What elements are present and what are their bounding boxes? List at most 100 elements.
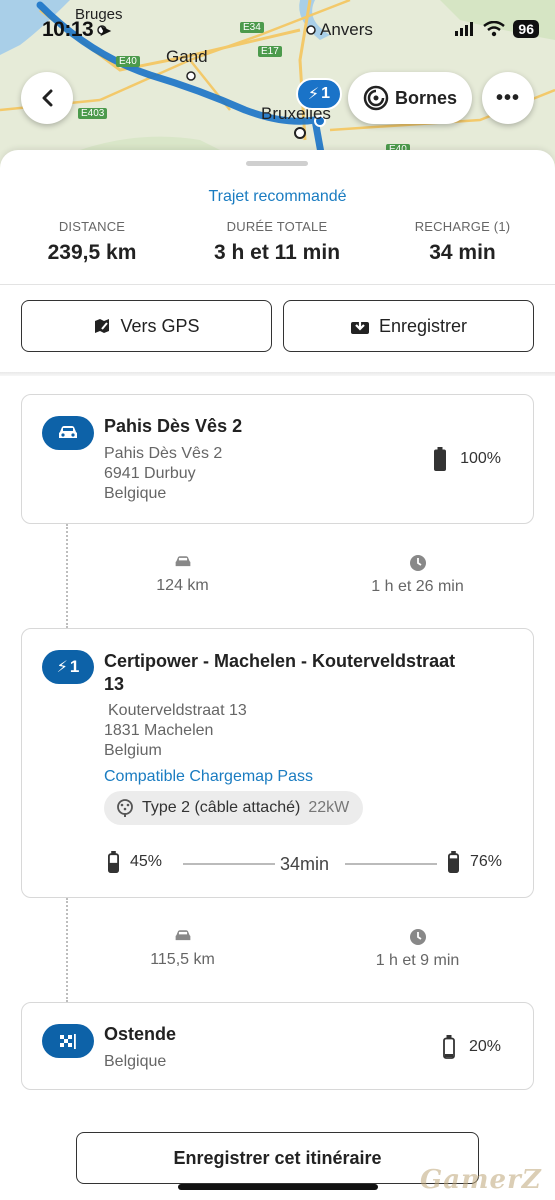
start-address-line3: Belgique <box>104 485 167 502</box>
leg-1-duration: 1 h et 26 min <box>350 555 485 596</box>
bornes-button[interactable]: Bornes <box>348 72 472 124</box>
battery-half-icon <box>108 851 119 873</box>
save-itinerary-button[interactable]: Enregistrer cet itinéraire <box>76 1132 479 1184</box>
route-map[interactable]: Bruges Anvers Gand Bruxelles E34 E17 E40… <box>0 0 555 175</box>
charge-stop-address-line1: Kouterveldstraat 13 <box>108 702 247 719</box>
connector-power: 22kW <box>308 799 350 816</box>
start-battery-value: 100% <box>460 450 501 467</box>
charge-marker-number: 1 <box>321 85 331 102</box>
route-type-label[interactable]: Trajet recommandé <box>0 188 555 206</box>
type2-plug-icon <box>117 799 133 817</box>
duration-value: 3 h et 11 min <box>213 241 341 264</box>
battery-level-badge: 96 <box>513 20 539 38</box>
destination-battery: 20% <box>443 1035 501 1059</box>
sheet-drag-handle[interactable] <box>246 161 308 166</box>
charge-stop-title-line2: 13 <box>104 674 125 694</box>
leg-2-info: 115,5 km 1 h et 9 min <box>0 929 555 989</box>
battery-high-icon <box>448 851 459 873</box>
battery-out-value: 76% <box>470 853 503 870</box>
battery-full-icon <box>434 447 447 471</box>
start-address-line2: 6941 Durbuy <box>104 465 196 482</box>
car-icon <box>59 426 77 438</box>
watermark-text: GamerZ <box>420 1165 542 1195</box>
chevron-left-icon <box>42 89 53 107</box>
connector-chip[interactable]: Type 2 (câble attaché) 22kW <box>104 791 364 825</box>
charge-stop-title-line1: Certipower - Machelen - Kouterveldstraat <box>104 651 456 671</box>
connector-type: Type 2 (câble attaché) <box>142 799 301 816</box>
leg-1-duration-value: 1 h et 26 min <box>371 578 464 595</box>
gps-label: Vers GPS <box>120 315 200 336</box>
checkered-flag-icon <box>60 1034 76 1049</box>
start-address-line1: Pahis Dès Vês 2 <box>104 445 223 462</box>
charge-stop-card[interactable]: ⚡ 1 Certipower - Machelen - Kouterveldst… <box>21 628 534 898</box>
compatible-pass-link[interactable]: Compatible Chargemap Pass <box>104 768 313 786</box>
battery-in-value: 45% <box>130 853 163 870</box>
start-battery: 100% <box>434 447 501 471</box>
download-tray-icon <box>350 318 369 334</box>
start-car-badge <box>42 416 94 450</box>
distance-label: DISTANCE <box>58 219 126 234</box>
back-button[interactable] <box>21 72 73 124</box>
leg-2-duration-value: 1 h et 9 min <box>375 952 460 969</box>
more-dots-icon: ••• <box>495 86 520 109</box>
more-options-button[interactable]: ••• <box>482 72 534 124</box>
leg-2-distance-value: 115,5 km <box>150 951 215 968</box>
section-separator <box>0 372 555 376</box>
save-button[interactable]: Enregistrer <box>283 300 534 352</box>
home-indicator[interactable] <box>178 1184 378 1190</box>
duration-label: DURÉE TOTALE <box>226 219 328 234</box>
recharge-label: RECHARGE (1) <box>414 219 511 234</box>
status-time-text: 10:13 <box>42 18 94 41</box>
stat-duration: DURÉE TOTALE 3 h et 11 min <box>187 219 367 265</box>
lightning-icon: ⚡ <box>56 659 68 676</box>
road-label-e17: E17 <box>258 46 282 57</box>
charge-line-left <box>183 863 275 865</box>
lightning-icon: ⚡ <box>307 86 320 103</box>
wifi-icon <box>483 21 506 37</box>
leg-1-distance-value: 124 km <box>156 577 209 594</box>
car-small-icon <box>175 556 190 567</box>
map-city-gand: Gand <box>166 47 208 66</box>
destination-flag-badge <box>42 1024 94 1058</box>
status-icons: 96 <box>455 20 539 38</box>
destination-country: Belgique <box>104 1053 167 1070</box>
charge-duration: 34min <box>280 854 330 874</box>
road-label-e40: E40 <box>116 56 140 67</box>
send-to-gps-button[interactable]: Vers GPS <box>21 300 272 352</box>
charge-stop-title: Certipower - Machelen - Kouterveldstraat… <box>104 650 455 696</box>
charge-stop-badge: ⚡ 1 <box>42 650 94 684</box>
car-small-icon <box>175 930 190 941</box>
recharge-value: 34 min <box>429 241 496 264</box>
stat-recharge: RECHARGE (1) 34 min <box>390 219 535 265</box>
charge-stop-address-line2: 1831 Machelen <box>104 722 214 739</box>
save-label: Enregistrer <box>378 315 468 336</box>
leg-2-duration: 1 h et 9 min <box>350 929 485 970</box>
leg-1-distance: 124 km <box>120 555 245 595</box>
bornes-radar-icon <box>363 85 389 111</box>
clock-icon <box>409 555 426 571</box>
destination-title: Ostende <box>104 1024 177 1044</box>
charge-progress-row: 45% 34min 76% <box>108 848 508 878</box>
map-charge-stop-marker[interactable]: ⚡ 1 <box>296 78 342 110</box>
map-send-icon <box>95 319 110 333</box>
road-label-e34: E34 <box>240 22 264 33</box>
distance-value: 239,5 km <box>47 241 137 264</box>
map-city-anvers: Anvers <box>320 20 373 39</box>
leg-2-distance: 115,5 km <box>120 929 245 969</box>
stat-distance: DISTANCE 239,5 km <box>20 219 164 265</box>
clock-icon <box>409 929 426 945</box>
start-point-card[interactable]: Pahis Dès Vês 2 Pahis Dès Vês 2 6941 Dur… <box>21 394 534 524</box>
bornes-label: Bornes <box>394 87 457 108</box>
destination-battery-value: 20% <box>468 1038 501 1055</box>
start-title: Pahis Dès Vês 2 <box>104 416 243 436</box>
battery-low-icon <box>443 1035 455 1059</box>
destination-card[interactable]: Ostende Belgique 20% <box>21 1002 534 1090</box>
summary-divider <box>0 284 555 285</box>
charge-stop-number: 1 <box>69 657 80 676</box>
road-label-e403: E403 <box>78 108 108 119</box>
status-time: 10:13 ➤ <box>42 18 112 42</box>
charge-line-right <box>345 863 437 865</box>
leg-1-info: 124 km 1 h et 26 min <box>0 555 555 615</box>
location-arrow-icon: ➤ <box>98 23 112 40</box>
cell-signal-icon <box>455 22 474 36</box>
